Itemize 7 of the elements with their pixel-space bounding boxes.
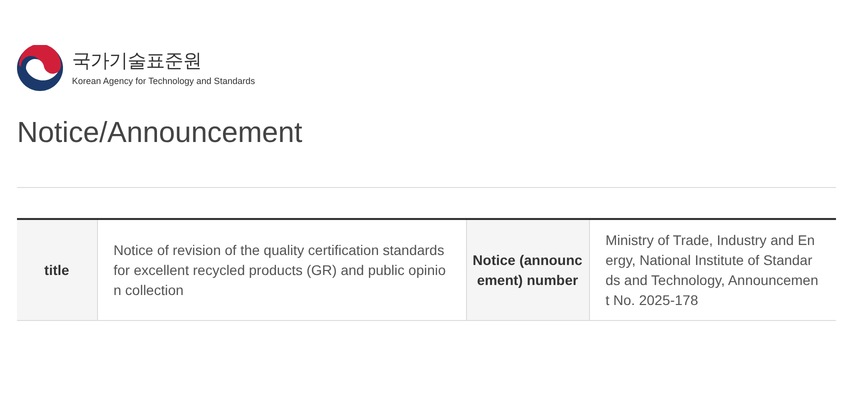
agency-name: 국가기술표준원 [72,50,202,72]
table-header-cell: title [17,219,97,320]
agency-logo-icon [17,45,63,91]
table-header-cell: Notice (announcement) number [466,219,589,320]
agency-name-english: Korean Agency for Technology and Standards [72,76,255,86]
table-cell: Ministry of Trade, Industry and Energy, National Institute of Standards and Technology, Announcement No. 2025-178 [589,219,836,320]
page-title: Notice/Announcement [17,116,304,151]
